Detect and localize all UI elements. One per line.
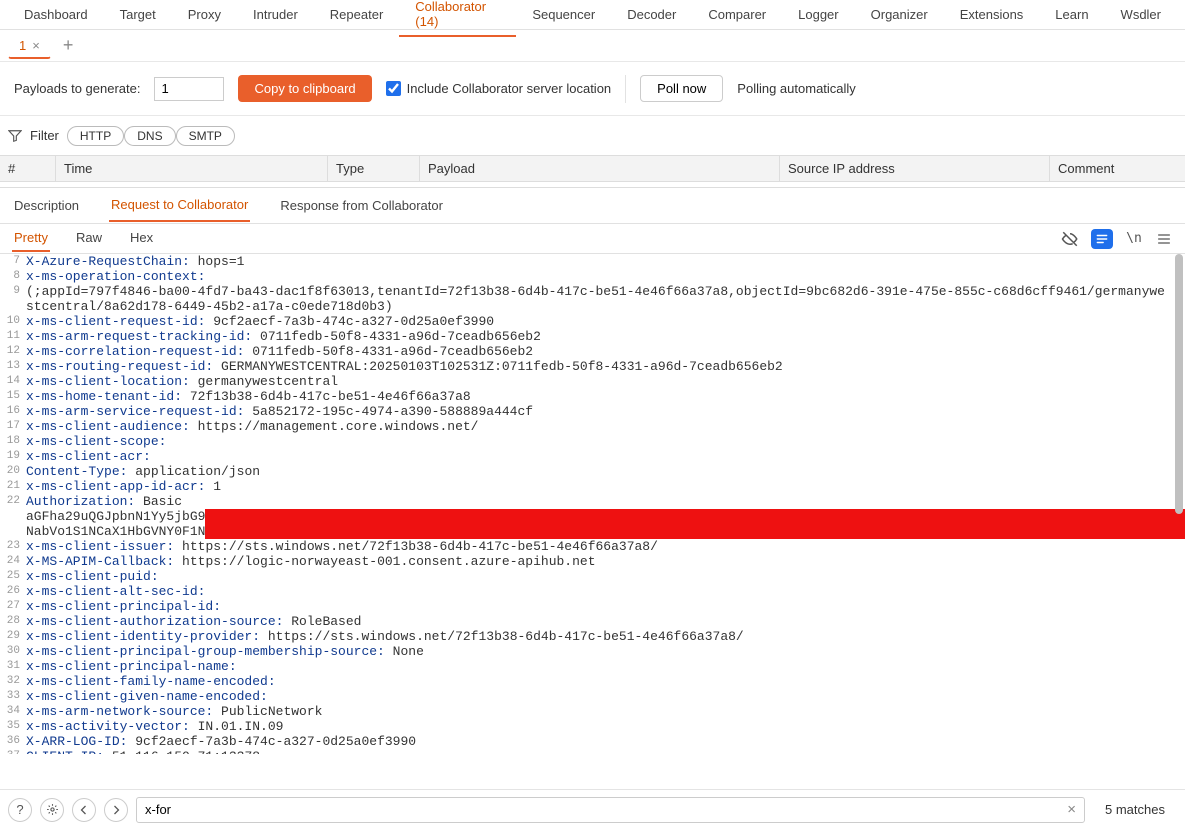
main-tab-comparer[interactable]: Comparer [692,1,782,28]
main-tab-logger[interactable]: Logger [782,1,854,28]
payload-bar: Payloads to generate: Copy to clipboard … [0,62,1185,116]
add-tab-button[interactable]: + [57,35,80,56]
view-tab-pretty[interactable]: Pretty [12,225,50,252]
main-tab-wsdler[interactable]: Wsdler [1105,1,1177,28]
filter-bar: Filter HTTPDNSSMTP [0,116,1185,156]
col-payload[interactable]: Payload [420,156,780,181]
main-tab-bar: DashboardTargetProxyIntruderRepeaterColl… [0,0,1185,30]
editor-footer: ? × 5 matches [0,789,1185,829]
poll-status: Polling automatically [737,81,856,96]
code-body[interactable]: X-Azure-RequestChain: hops=1x-ms-operati… [26,254,1171,754]
sub-tab-1[interactable]: 1 × [8,33,51,59]
payloads-input[interactable] [154,77,224,101]
hamburger-icon[interactable] [1155,230,1173,248]
payloads-label: Payloads to generate: [14,81,140,96]
line-gutter: 7891011121314151617181920212223242526272… [0,254,22,754]
search-input[interactable] [145,802,1067,817]
match-count: 5 matches [1093,802,1177,817]
main-tab-repeater[interactable]: Repeater [314,1,399,28]
search-box[interactable]: × [136,797,1085,823]
close-icon[interactable]: × [32,38,40,53]
detail-tab-response-from-collaborator[interactable]: Response from Collaborator [278,190,445,221]
copy-to-clipboard-button[interactable]: Copy to clipboard [238,75,371,102]
filter-pill-dns[interactable]: DNS [124,126,175,146]
col-comment[interactable]: Comment [1050,156,1185,181]
view-tools: \n [1061,229,1173,249]
detail-tab-request-to-collaborator[interactable]: Request to Collaborator [109,189,250,222]
interactions-table-header: # Time Type Payload Source IP address Co… [0,156,1185,182]
scrollbar-thumb[interactable] [1175,254,1183,514]
gear-icon[interactable] [40,798,64,822]
main-tab-target[interactable]: Target [104,1,172,28]
filter-pill-smtp[interactable]: SMTP [176,126,235,146]
main-tab-learn[interactable]: Learn [1039,1,1104,28]
detail-tab-description[interactable]: Description [12,190,81,221]
vertical-scrollbar[interactable] [1173,254,1183,754]
view-tab-row: Pretty Raw Hex \n [0,224,1185,254]
sub-tab-label: 1 [19,38,26,53]
detail-tab-bar: Description Request to Collaborator Respon… [0,188,1185,224]
include-location-checkbox[interactable]: Include Collaborator server location [386,81,612,96]
col-type[interactable]: Type [328,156,420,181]
main-tab-organizer[interactable]: Organizer [855,1,944,28]
divider [625,75,626,103]
next-match-icon[interactable] [104,798,128,822]
toggle-hidden-icon[interactable] [1061,230,1079,248]
main-tab-proxy[interactable]: Proxy [172,1,237,28]
view-tab-raw[interactable]: Raw [74,225,104,252]
filter-label: Filter [30,128,59,143]
main-tab-intruder[interactable]: Intruder [237,1,314,28]
main-tab-dashboard[interactable]: Dashboard [8,1,104,28]
clear-search-icon[interactable]: × [1067,801,1076,818]
main-tab-decoder[interactable]: Decoder [611,1,692,28]
include-location-label: Include Collaborator server location [407,81,612,96]
main-tab-sequencer[interactable]: Sequencer [516,1,611,28]
main-tab-extensions[interactable]: Extensions [944,1,1040,28]
col-number[interactable]: # [0,156,56,181]
filter-icon[interactable] [8,129,22,143]
help-icon[interactable]: ? [8,798,32,822]
main-tab-collaborator-14-[interactable]: Collaborator (14) [399,0,516,37]
include-location-input[interactable] [386,81,401,96]
poll-now-button[interactable]: Poll now [640,75,723,102]
col-source[interactable]: Source IP address [780,156,1050,181]
view-tab-hex[interactable]: Hex [128,225,155,252]
request-editor[interactable]: 7891011121314151617181920212223242526272… [0,254,1185,754]
filter-pill-http[interactable]: HTTP [67,126,124,146]
col-time[interactable]: Time [56,156,328,181]
prev-match-icon[interactable] [72,798,96,822]
line-wrap-icon[interactable]: \n [1125,230,1143,248]
sub-tab-bar: 1 × + [0,30,1185,62]
render-toggle-icon[interactable] [1091,229,1113,249]
